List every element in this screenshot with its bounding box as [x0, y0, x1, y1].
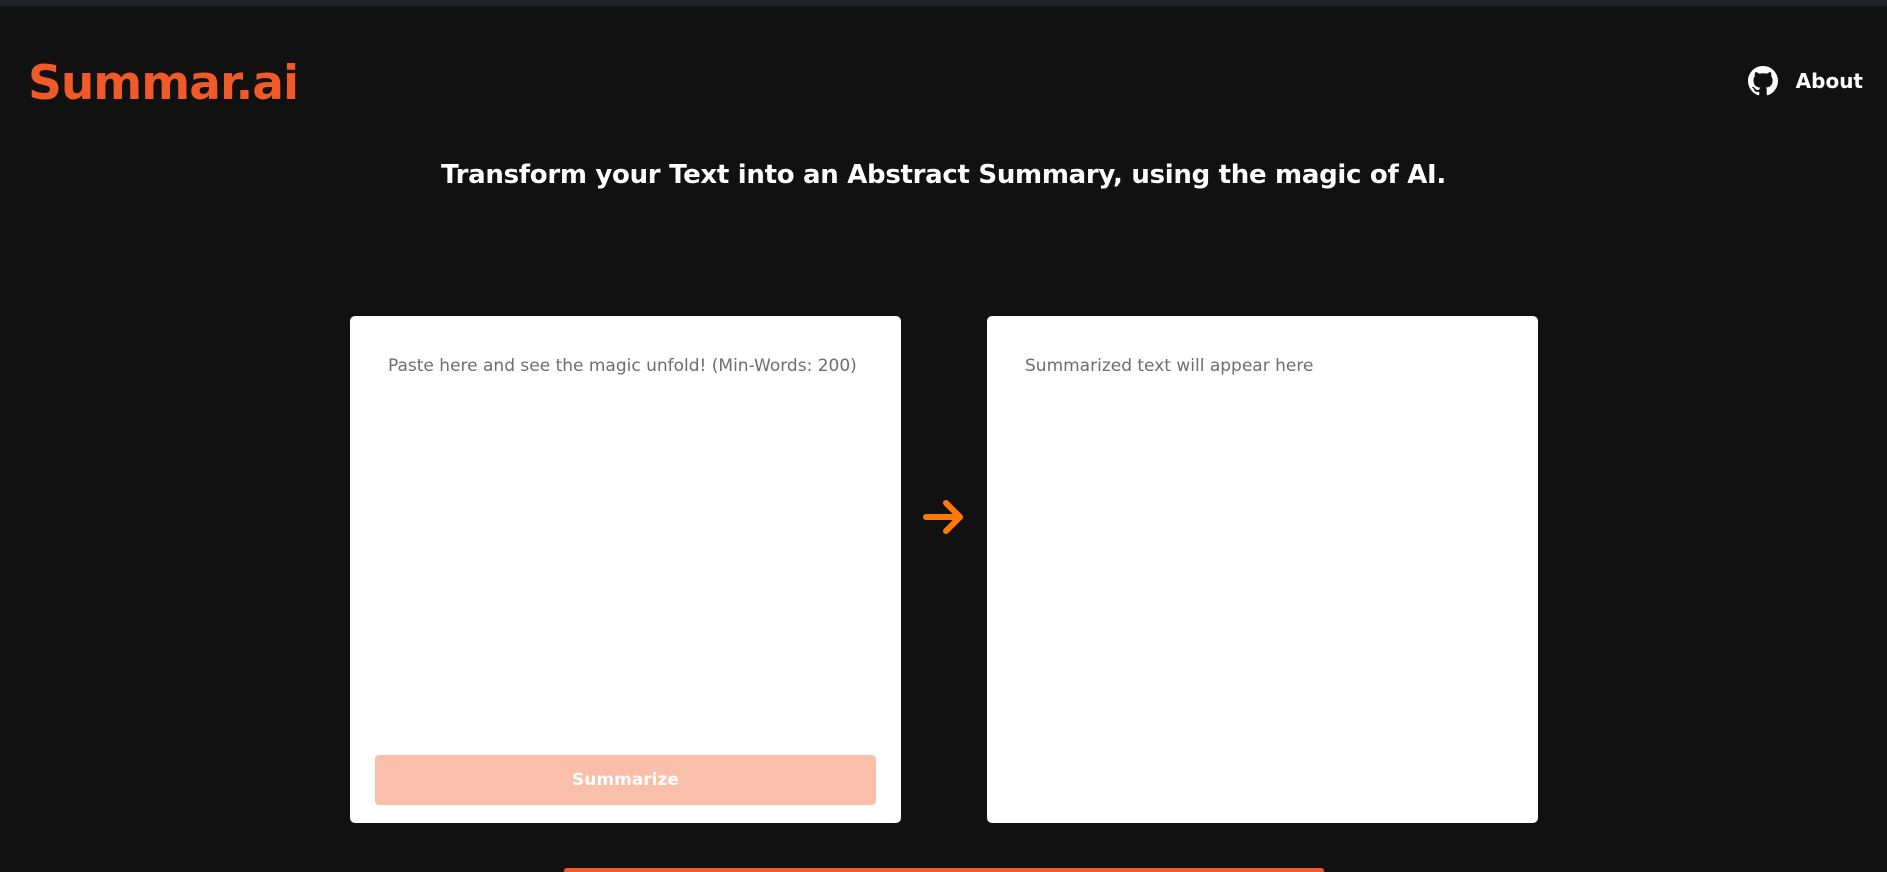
tagline: Transform your Text into an Abstract Sum… [441, 160, 1446, 190]
input-textarea[interactable] [372, 342, 879, 742]
output-panel: Summarized text will appear here [987, 316, 1538, 823]
bottom-bar [564, 868, 1324, 872]
nav-right: About [1747, 66, 1863, 96]
app-header: Summar.ai About [0, 6, 1887, 126]
arrow-right-icon [920, 493, 968, 541]
github-icon[interactable] [1747, 66, 1778, 96]
logo[interactable]: Summar.ai [28, 60, 299, 107]
summarize-button[interactable]: Summarize [375, 755, 876, 805]
input-panel: Summarize [350, 316, 901, 823]
about-link[interactable]: About [1796, 69, 1863, 93]
output-placeholder: Summarized text will appear here [1025, 356, 1314, 376]
